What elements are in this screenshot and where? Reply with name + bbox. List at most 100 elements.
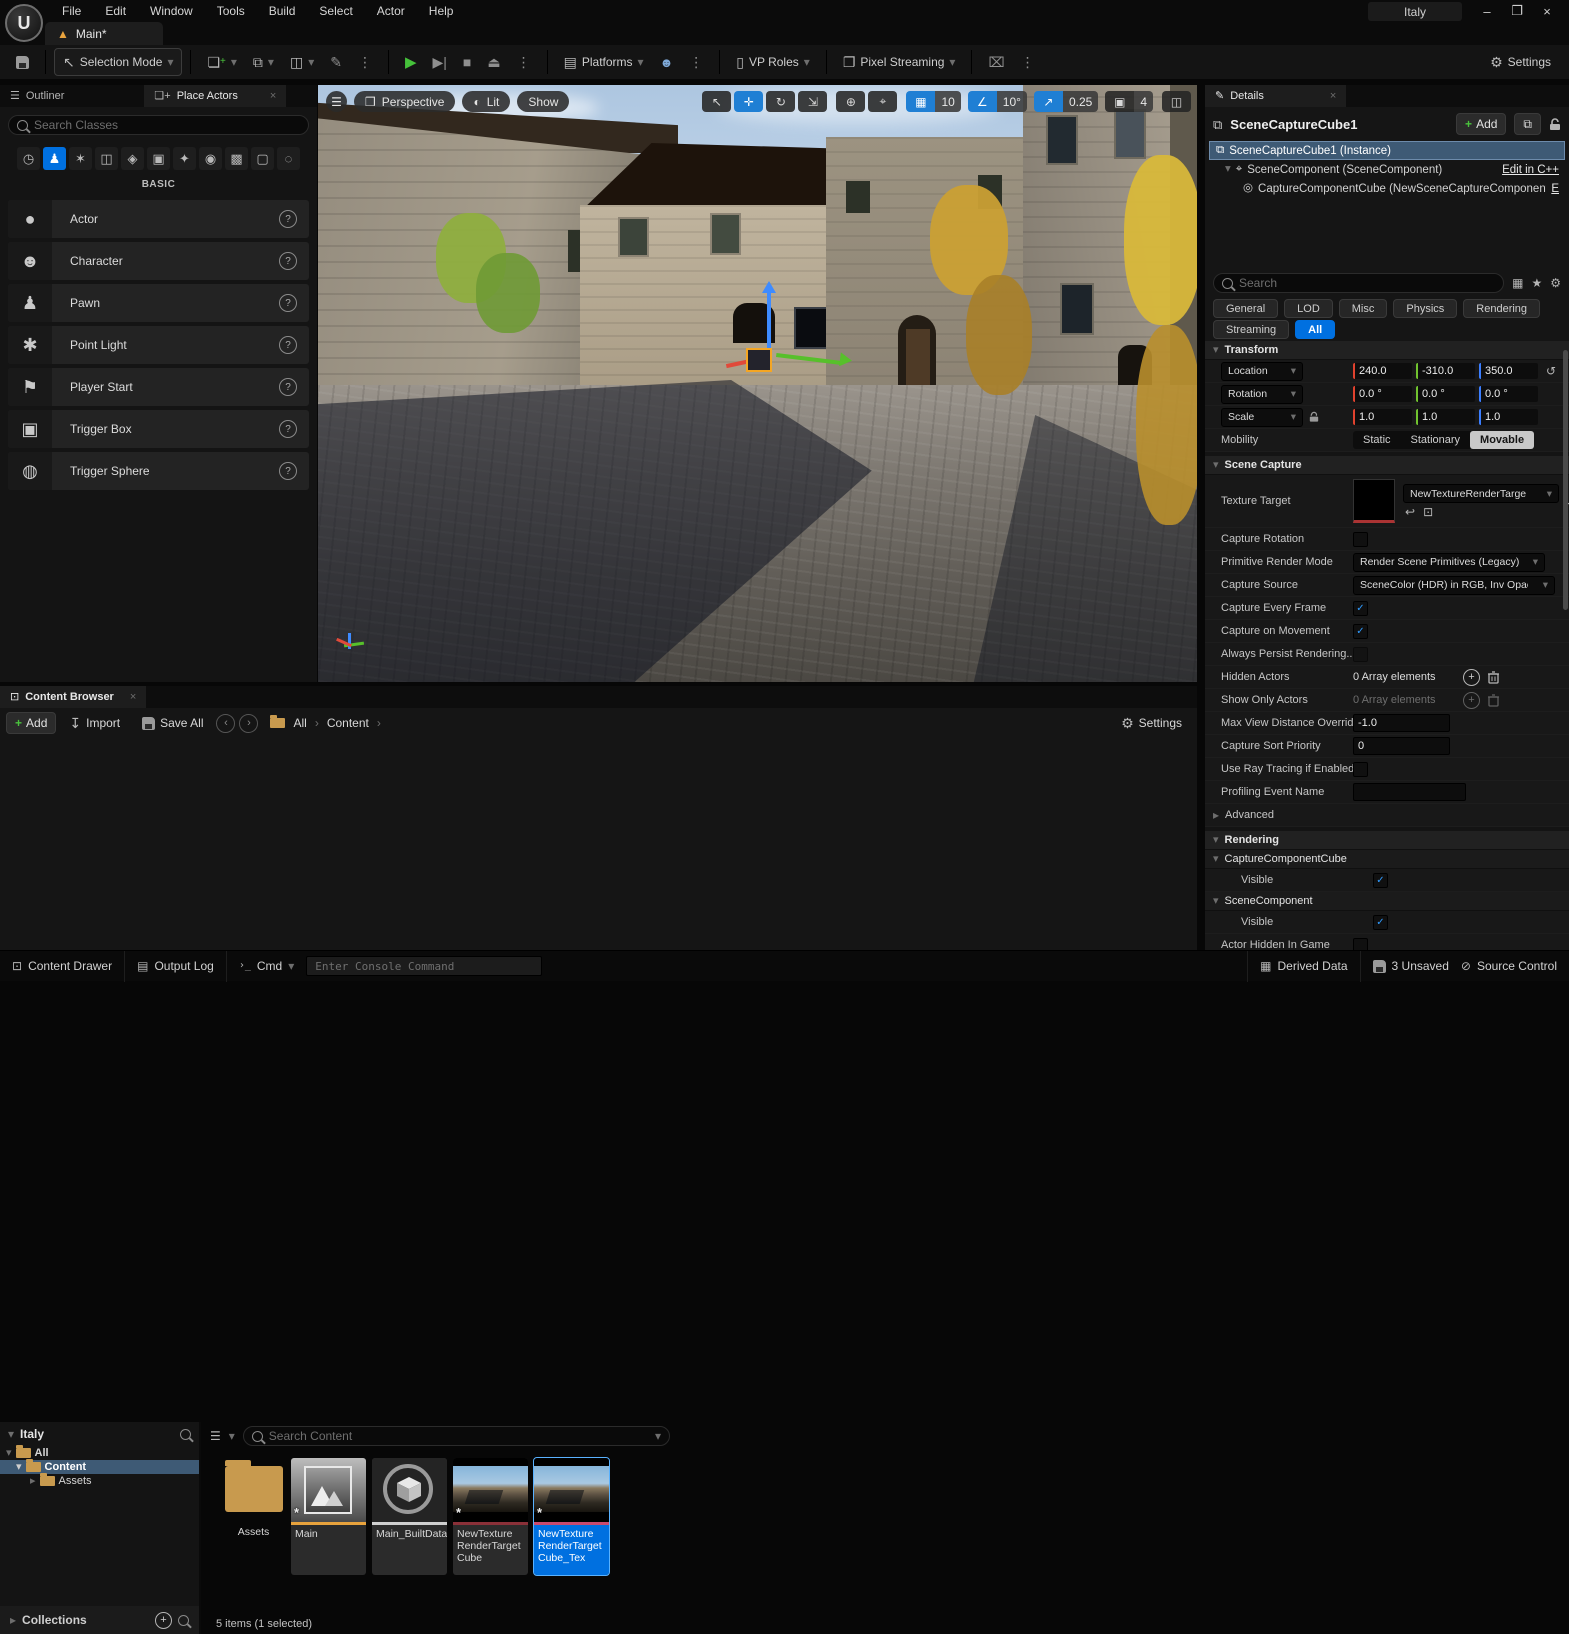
tree-item-all[interactable]: ▾ All [0, 1446, 199, 1460]
details-search-input[interactable]: Search [1213, 273, 1504, 293]
breadcrumb-all[interactable]: All [289, 712, 310, 734]
category-basic[interactable]: ♟ [43, 147, 66, 170]
save-all-button[interactable]: Save All [133, 712, 212, 734]
blueprints-button[interactable]: ⧉▾ [245, 49, 282, 75]
transform-section-header[interactable]: ▾ Transform [1205, 341, 1569, 360]
browse-to-asset-icon[interactable]: ⊡ [1423, 506, 1433, 518]
screen-share-button[interactable]: ⌧ [980, 49, 1012, 75]
camera-speed-value[interactable]: 4 [1134, 91, 1153, 112]
scale-x-field[interactable]: 1.0 [1353, 409, 1412, 425]
add-asset-button[interactable]: +Add [6, 712, 56, 734]
forward-button[interactable]: › [239, 714, 258, 733]
rotation-y-field[interactable]: 0.0 ° [1416, 386, 1475, 402]
asset-tile-main[interactable]: * Main [291, 1458, 366, 1575]
close-icon[interactable]: × [270, 90, 276, 102]
tab-place-actors[interactable]: ❏+ Place Actors × [144, 85, 286, 107]
import-button[interactable]: ↧Import [60, 712, 129, 734]
place-actor-point-light[interactable]: ✱ Point Light ? [8, 326, 309, 364]
unreal-logo[interactable]: U [5, 4, 43, 42]
details-scrollbar[interactable] [1563, 350, 1568, 610]
cmd-dropdown[interactable]: ›_ Cmd ▾ [227, 951, 306, 982]
save-button[interactable] [8, 49, 37, 75]
reset-icon[interactable]: ↺ [1546, 365, 1556, 377]
lock-icon[interactable] [1549, 118, 1561, 131]
help-icon[interactable]: ? [279, 462, 297, 480]
scale-z-field[interactable]: 1.0 [1479, 409, 1538, 425]
location-y-field[interactable]: -310.0 [1416, 363, 1475, 379]
tab-main-level[interactable]: ▲ Main* [45, 22, 163, 45]
scale-tool[interactable]: ⇲ [798, 91, 827, 112]
category-visual-effects[interactable]: ◈ [121, 147, 144, 170]
category-volumes[interactable]: ▢ [251, 147, 274, 170]
scale-lock-icon[interactable] [1309, 411, 1319, 423]
select-tool[interactable]: ↖ [702, 91, 731, 112]
play-button[interactable]: ▶ [397, 49, 425, 75]
add-element-icon[interactable]: + [1463, 669, 1480, 686]
rotation-snap-value[interactable]: 10° [997, 91, 1027, 112]
grid-snap-toggle[interactable]: ▦ [906, 91, 935, 112]
eject-button[interactable]: ⏏ [479, 49, 508, 75]
show-dropdown[interactable]: Show [517, 91, 569, 112]
expand-icon[interactable]: ▾ [1225, 164, 1231, 176]
move-tool[interactable]: ✛ [734, 91, 763, 112]
close-button[interactable]: × [1532, 1, 1562, 21]
scene-capture-advanced-row[interactable]: ▸ Advanced [1205, 804, 1569, 827]
scale-y-field[interactable]: 1.0 [1416, 409, 1475, 425]
help-icon[interactable]: ? [279, 336, 297, 354]
primitive-render-mode-dropdown[interactable]: Render Scene Primitives (Legacy)▾ [1353, 553, 1545, 572]
back-button[interactable]: ‹ [216, 714, 235, 733]
source-header[interactable]: ▾ Italy [0, 1422, 199, 1446]
tab-outliner[interactable]: ☰ Outliner [0, 85, 74, 107]
scale-dropdown[interactable]: Scale▾ [1221, 408, 1303, 427]
mobility-movable[interactable]: Movable [1470, 431, 1534, 449]
add-component-button[interactable]: +Add [1456, 113, 1506, 135]
tree-item-assets[interactable]: ▸ Assets [0, 1474, 199, 1488]
category-shapes[interactable]: ▩ [225, 147, 248, 170]
scale-snap-value[interactable]: 0.25 [1063, 91, 1098, 112]
component-row-scene-component[interactable]: ▾ ⌖ SceneComponent (SceneComponent) Edit… [1209, 160, 1565, 179]
ray-tracing-checkbox[interactable] [1353, 762, 1368, 777]
rotation-snap-toggle[interactable]: ∠ [968, 91, 997, 112]
play-options[interactable]: ⋮ [509, 49, 539, 75]
chip-misc[interactable]: Misc [1339, 299, 1388, 318]
more-tools[interactable]: ⋮ [1013, 49, 1043, 75]
chip-all[interactable]: All [1295, 320, 1335, 339]
collections-bar[interactable]: ▸ Collections + [0, 1606, 201, 1634]
menu-select[interactable]: Select [307, 0, 364, 22]
mobility-stationary[interactable]: Stationary [1401, 434, 1471, 446]
asset-tile-rendertarget-cube-tex[interactable]: * NewTexture RenderTarget Cube_Tex [534, 1458, 609, 1575]
category-all[interactable]: ◌ [277, 147, 300, 170]
filter-icon[interactable]: ☰ [210, 1430, 221, 1442]
minimize-button[interactable]: – [1472, 1, 1502, 21]
rotate-tool[interactable]: ↻ [766, 91, 795, 112]
settings-dropdown[interactable]: ⚙ Settings [1482, 49, 1559, 75]
capture-every-frame-checkbox[interactable]: ✓ [1353, 601, 1368, 616]
help-icon[interactable]: ? [279, 294, 297, 312]
menu-actor[interactable]: Actor [365, 0, 417, 22]
chip-physics[interactable]: Physics [1393, 299, 1457, 318]
menu-help[interactable]: Help [417, 0, 466, 22]
multi-user-options[interactable]: ⋮ [681, 49, 711, 75]
frame-skip-button[interactable]: ▶| [425, 49, 455, 75]
restore-button[interactable]: ❐ [1502, 1, 1532, 21]
edit-in-cpp-link[interactable]: Edit in C++ [1502, 164, 1559, 176]
menu-window[interactable]: Window [138, 0, 205, 22]
component-row-instance[interactable]: ⧉ SceneCaptureCube1 (Instance) [1209, 141, 1565, 160]
capture-sort-priority-field[interactable]: 0 [1353, 737, 1450, 755]
display-options-icon[interactable]: ▦ [1512, 277, 1523, 289]
category-lights[interactable]: ✶ [69, 147, 92, 170]
menu-build[interactable]: Build [257, 0, 308, 22]
menu-tools[interactable]: Tools [205, 0, 257, 22]
close-icon[interactable]: × [130, 691, 136, 703]
mobility-static[interactable]: Static [1353, 434, 1401, 446]
edit-link-truncated[interactable]: E [1551, 183, 1559, 195]
blueprint-convert-button[interactable]: ⧉ [1514, 113, 1541, 135]
close-icon[interactable]: × [1330, 90, 1336, 102]
favorites-icon[interactable]: ★ [1531, 277, 1542, 289]
chip-general[interactable]: General [1213, 299, 1278, 318]
multi-user-button[interactable]: ☻ [652, 49, 682, 75]
help-icon[interactable]: ? [279, 210, 297, 228]
chip-lod[interactable]: LOD [1284, 299, 1333, 318]
location-x-field[interactable]: 240.0 [1353, 363, 1412, 379]
category-media[interactable]: ◉ [199, 147, 222, 170]
